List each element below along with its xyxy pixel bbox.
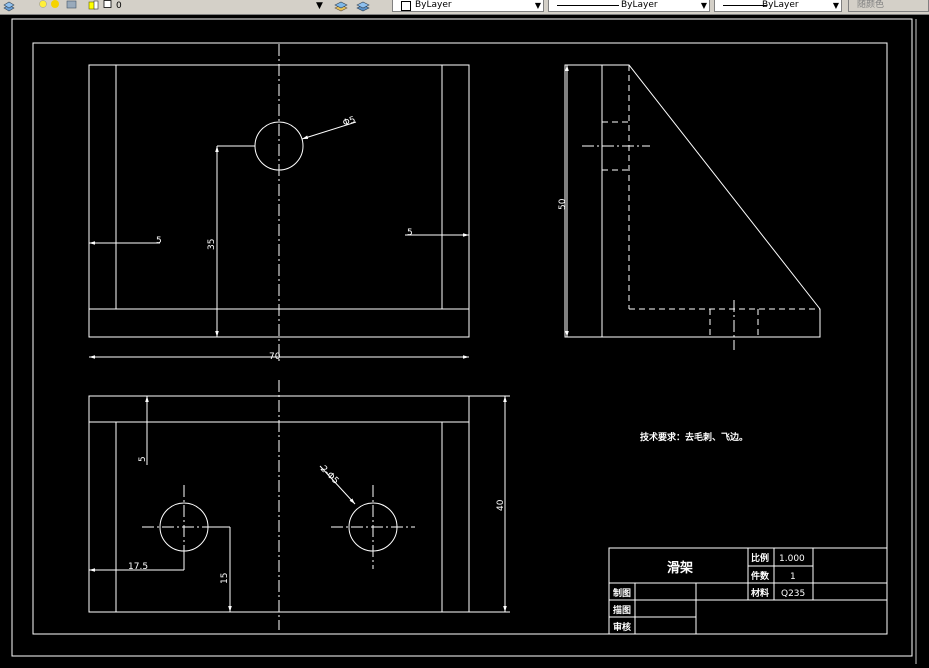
plotstyle-value: 随颜色 (857, 0, 885, 10)
drawing-area[interactable]: Φ5 35 5 5 70 50 5 2-Φ5 17.5 15 40 技术要求：去… (0, 15, 929, 664)
linetype-dropdown-arrow-icon[interactable]: ▼ (701, 0, 707, 11)
color-swatch (401, 1, 411, 11)
layer-lock-icon[interactable] (66, 0, 78, 13)
technical-note: 技术要求：去毛刺、飞边。 (640, 431, 748, 443)
plotstyle-control[interactable]: 随颜色 (848, 0, 929, 12)
layer-freeze-sun-icon[interactable] (50, 0, 60, 13)
properties-toolbar: 0 ▼ ByLayer ▼ ByLayer ▼ ByLayer ▼ 随颜色 (0, 0, 929, 15)
front-view[interactable] (88, 44, 470, 362)
layer-on-bulb-icon[interactable] (38, 0, 48, 13)
lineweight-value: ByLayer (762, 0, 799, 10)
lineweight-control[interactable]: ByLayer ▼ (714, 0, 842, 12)
make-object-layer-current-icon[interactable] (333, 0, 349, 13)
drawing-svg[interactable]: Φ5 35 5 5 70 50 5 2-Φ5 17.5 15 40 技术要求：去… (0, 15, 929, 664)
qty-value: 1 (790, 572, 796, 582)
dim-50-text: 50 (558, 198, 568, 210)
traced-label: 描图 (613, 604, 631, 616)
dim-15-text: 15 (220, 573, 230, 584)
layer-color-swatch (103, 0, 113, 13)
qty-label: 件数 (751, 570, 770, 582)
side-view[interactable] (564, 64, 821, 350)
title-block[interactable] (608, 547, 888, 635)
top-view[interactable] (88, 380, 510, 630)
dim-35-text: 35 (207, 239, 217, 250)
dim-left-5-text: 5 (156, 236, 162, 246)
layer-manager-icon[interactable] (2, 0, 16, 13)
dim-17-5-text: 17.5 (128, 562, 148, 572)
color-dropdown-arrow-icon[interactable]: ▼ (535, 0, 541, 11)
side-outline (564, 64, 821, 338)
dim-40-text: 40 (496, 499, 506, 511)
color-value: ByLayer (415, 0, 452, 10)
sheet-inner-border (32, 42, 888, 635)
dim-phi5-text: Φ5 (342, 115, 357, 129)
layer-name[interactable]: 0 (116, 0, 122, 13)
scale-label: 比例 (751, 552, 769, 564)
material-value: Q235 (781, 589, 805, 599)
linetype-preview (557, 5, 619, 6)
linetype-value: ByLayer (621, 0, 658, 10)
drawn-label: 制图 (613, 587, 631, 599)
checked-label: 审核 (613, 621, 631, 633)
linetype-control[interactable]: ByLayer ▼ (548, 0, 710, 12)
dim-right-5-text: 5 (407, 228, 413, 238)
layer-plot-lock-icon[interactable] (88, 0, 100, 13)
layer-dropdown-arrow-icon[interactable]: ▼ (316, 0, 323, 13)
lineweight-dropdown-arrow-icon[interactable]: ▼ (833, 0, 839, 11)
dim-top-5-text: 5 (138, 456, 148, 462)
dim-2phi5-text: 2-Φ5 (318, 464, 340, 486)
scale-value: 1.000 (779, 554, 805, 564)
material-label: 材料 (750, 587, 769, 599)
layer-previous-icon[interactable] (355, 0, 371, 13)
lineweight-preview (723, 5, 767, 6)
dim-70-text: 70 (269, 352, 281, 362)
color-control[interactable]: ByLayer ▼ (392, 0, 544, 12)
part-name: 滑架 (667, 560, 693, 576)
